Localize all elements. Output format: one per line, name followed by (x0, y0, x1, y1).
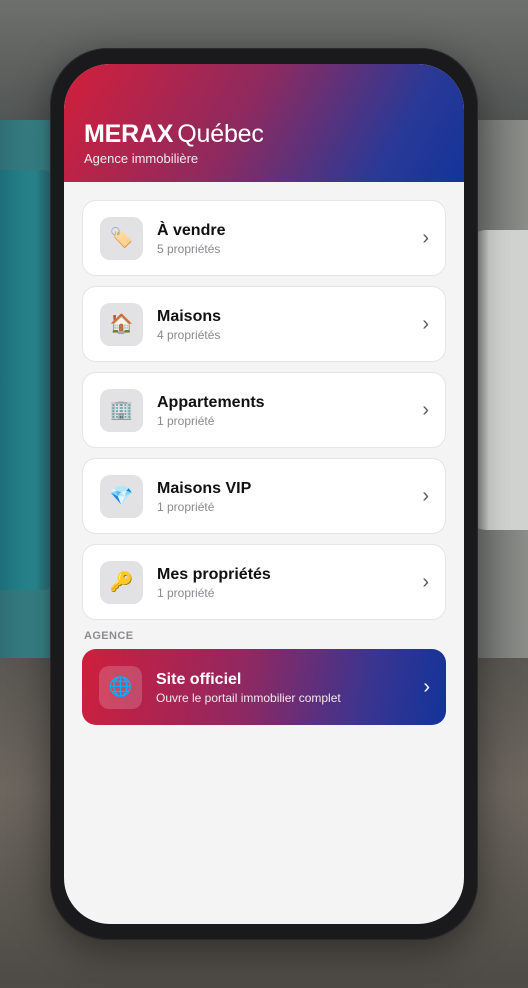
menu-item-count: 1 propriété (157, 585, 215, 600)
menu-item-maisons-vip[interactable]: 💎 Maisons VIP 1 propriété › (82, 458, 446, 534)
menu-item-text: Appartements 1 propriété (157, 393, 422, 428)
menu-item-appartements[interactable]: 🏢 Appartements 1 propriété › (82, 372, 446, 448)
menu-item-count: 1 propriété (157, 413, 215, 428)
site-officiel-title: Site officiel (156, 670, 242, 688)
app-tagline: Agence immobilière (84, 151, 199, 166)
building-icon: 🏢 (100, 388, 143, 432)
site-officiel-text: Site officiel Ouvre le portail immobilie… (156, 670, 423, 705)
chevron-right-icon: › (422, 312, 429, 335)
diamond-icon: 💎 (100, 474, 143, 518)
site-officiel-button[interactable]: 🌐 Site officiel Ouvre le portail immobil… (82, 649, 446, 725)
app-header: MERAX Québec Agence immobilière (64, 64, 464, 182)
menu-item-title: Mes propriétés (157, 565, 271, 583)
globe-icon: 🌐 (99, 665, 142, 709)
menu-list: 🏷️ À vendre 5 propriétés › 🏠 Maisons 4 p… (64, 182, 464, 725)
section-label-agence: AGENCE (84, 630, 134, 642)
phone-frame: MERAX Québec Agence immobilière 🏷️ À vend… (50, 48, 478, 940)
brand-region: Québec (177, 120, 264, 148)
brand-name: MERAX (84, 120, 174, 148)
menu-item-title: Maisons VIP (157, 479, 252, 497)
menu-item-text: Maisons 4 propriétés (157, 307, 422, 342)
menu-item-title: À vendre (157, 221, 226, 239)
chevron-right-icon: › (422, 570, 429, 593)
menu-item-count: 1 propriété (157, 499, 215, 514)
menu-item-title: Appartements (157, 393, 265, 411)
phone-screen: MERAX Québec Agence immobilière 🏷️ À vend… (64, 64, 464, 924)
menu-item-count: 4 propriétés (157, 327, 221, 342)
menu-item-maisons[interactable]: 🏠 Maisons 4 propriétés › (82, 286, 446, 362)
menu-item-a-vendre[interactable]: 🏷️ À vendre 5 propriétés › (82, 200, 446, 276)
menu-item-text: Maisons VIP 1 propriété (157, 479, 422, 514)
tag-icon: 🏷️ (100, 216, 143, 260)
house-icon: 🏠 (100, 302, 143, 346)
site-officiel-subtitle: Ouvre le portail immobilier complet (156, 690, 341, 705)
key-icon: 🔑 (100, 560, 143, 604)
chevron-right-icon: › (422, 484, 429, 507)
chevron-right-icon: › (422, 226, 429, 249)
menu-item-text: Mes propriétés 1 propriété (157, 565, 422, 600)
menu-item-text: À vendre 5 propriétés (157, 221, 422, 256)
chevron-right-icon: › (423, 675, 430, 698)
menu-item-mes-proprietes[interactable]: 🔑 Mes propriétés 1 propriété › (82, 544, 446, 620)
chevron-right-icon: › (422, 398, 429, 421)
menu-item-title: Maisons (157, 307, 222, 325)
app-title: MERAX Québec (84, 120, 444, 148)
menu-item-count: 5 propriétés (157, 241, 221, 256)
